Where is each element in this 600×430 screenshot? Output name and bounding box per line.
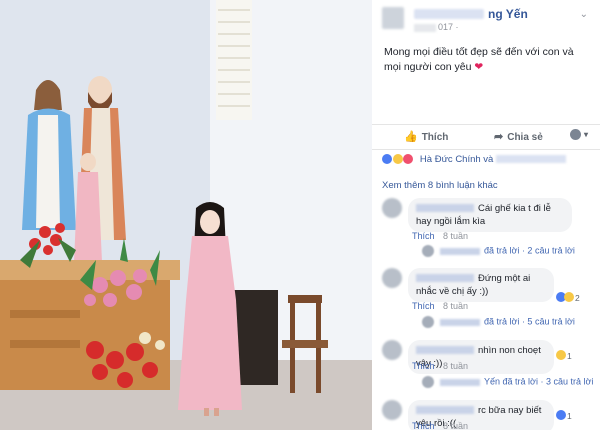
post-action-bar: 👍 Thích ➦ Chia sẻ ▾ bbox=[372, 124, 600, 150]
commenter-avatar[interactable] bbox=[382, 268, 402, 288]
comment-meta: Thích 8 tuần bbox=[412, 301, 468, 311]
avatar bbox=[570, 129, 582, 140]
comment-meta: Thích 8 tuần bbox=[412, 421, 468, 430]
replier-name-redacted bbox=[440, 247, 480, 255]
replier-name: Yến bbox=[484, 376, 501, 387]
comment-time[interactable]: 8 tuần bbox=[443, 361, 468, 371]
like-reaction-icon bbox=[382, 154, 392, 165]
facebook-post-panel: ng Yến 017 · ⌄ Mong mọi điều tốt đẹp sẽ … bbox=[372, 0, 600, 430]
comment-bubble: Đứng một ai nhắc về chị ấy :)) bbox=[408, 268, 554, 302]
comment-like-link[interactable]: Thích bbox=[412, 301, 435, 311]
reply-count: · 3 câu trả lời bbox=[540, 376, 594, 387]
commenter-name-redacted[interactable] bbox=[416, 406, 474, 415]
replied-text: đã trả lời bbox=[484, 245, 520, 256]
post-status: Mong mọi điều tốt đẹp sẽ đến với con và … bbox=[384, 45, 592, 75]
reaction-names: Hà Đức Chính và bbox=[419, 154, 494, 165]
replied-text: đã trả lời bbox=[502, 376, 538, 387]
chevron-down-icon[interactable]: ⌄ bbox=[580, 9, 588, 20]
commenter-name-redacted[interactable] bbox=[416, 204, 474, 213]
comment-reactions[interactable]: 2 bbox=[556, 288, 580, 306]
replier-avatar bbox=[422, 245, 434, 257]
reaction-count: 1 bbox=[567, 411, 572, 421]
comment-like-link[interactable]: Thích bbox=[412, 231, 435, 241]
commenter-avatar[interactable] bbox=[382, 340, 402, 360]
share-icon: ➦ bbox=[494, 131, 504, 143]
replies-summary[interactable]: Yến đã trả lời · 3 câu trả lời bbox=[422, 376, 593, 388]
replies-summary[interactable]: đã trả lời · 2 câu trả lời bbox=[422, 245, 575, 257]
like-reaction-icon bbox=[556, 409, 566, 420]
share-button-label: Chia sẻ bbox=[507, 132, 543, 143]
commenter-name-redacted[interactable] bbox=[416, 274, 474, 283]
heart-icon: ❤ bbox=[474, 61, 484, 73]
comment-meta: Thích 8 tuần bbox=[412, 231, 468, 241]
reaction-count: 1 bbox=[567, 351, 572, 361]
replier-avatar bbox=[422, 316, 434, 328]
commenter-name-redacted[interactable] bbox=[416, 346, 474, 355]
haha-reaction-icon bbox=[392, 154, 403, 165]
post-photo[interactable] bbox=[0, 0, 372, 430]
replier-name-redacted bbox=[440, 378, 480, 386]
comment-meta: Thích 8 tuần bbox=[412, 361, 468, 371]
replier-name-redacted bbox=[440, 318, 480, 326]
author-name-redacted bbox=[414, 9, 484, 19]
comment-time[interactable]: 8 tuần bbox=[443, 301, 468, 311]
comment-like-link[interactable]: Thích bbox=[412, 361, 435, 371]
share-button[interactable]: ➦ Chia sẻ bbox=[494, 130, 543, 143]
comment-bubble: Cái ghế kia t đi lễ hay ngồi lắm kìa bbox=[408, 198, 572, 232]
comment-time[interactable]: 8 tuần bbox=[443, 421, 468, 430]
reply-count: · 2 câu trả lời bbox=[521, 245, 575, 256]
photo-illustration bbox=[0, 0, 372, 430]
replies-summary[interactable]: đã trả lời · 5 câu trả lời bbox=[422, 316, 575, 328]
comment-like-link[interactable]: Thích bbox=[412, 421, 435, 430]
haha-reaction-icon bbox=[556, 349, 566, 360]
haha-reaction-icon bbox=[564, 291, 574, 302]
post-header: ng Yến 017 · ⌄ bbox=[372, 0, 600, 38]
like-button-label: Thích bbox=[421, 132, 449, 143]
audience-selector[interactable]: ▾ bbox=[570, 129, 588, 140]
thumbs-up-icon: 👍 bbox=[404, 131, 418, 143]
like-button[interactable]: 👍 Thích bbox=[404, 130, 448, 143]
chevron-down-icon: ▾ bbox=[583, 130, 588, 140]
comment-time[interactable]: 8 tuần bbox=[443, 231, 468, 241]
replied-text: đã trả lời bbox=[484, 316, 520, 327]
comment-reactions[interactable]: 1 bbox=[556, 406, 572, 424]
comment-reactions[interactable]: 1 bbox=[556, 346, 572, 364]
reply-count: · 5 câu trả lời bbox=[521, 316, 575, 327]
author-avatar[interactable] bbox=[382, 7, 404, 29]
author-name[interactable]: ng Yến bbox=[488, 7, 528, 21]
post-timestamp[interactable]: 017 · bbox=[438, 22, 459, 32]
reaction-names-redacted bbox=[495, 155, 566, 164]
view-more-comments-link[interactable]: Xem thêm 8 bình luận khác bbox=[382, 180, 498, 191]
love-reaction-icon bbox=[403, 154, 414, 165]
reactions-summary[interactable]: Hà Đức Chính và bbox=[382, 154, 592, 168]
timestamp-redacted bbox=[414, 24, 436, 32]
commenter-avatar[interactable] bbox=[382, 400, 402, 420]
commenter-avatar[interactable] bbox=[382, 198, 402, 218]
replier-avatar bbox=[422, 376, 434, 388]
reaction-count: 2 bbox=[575, 293, 580, 303]
